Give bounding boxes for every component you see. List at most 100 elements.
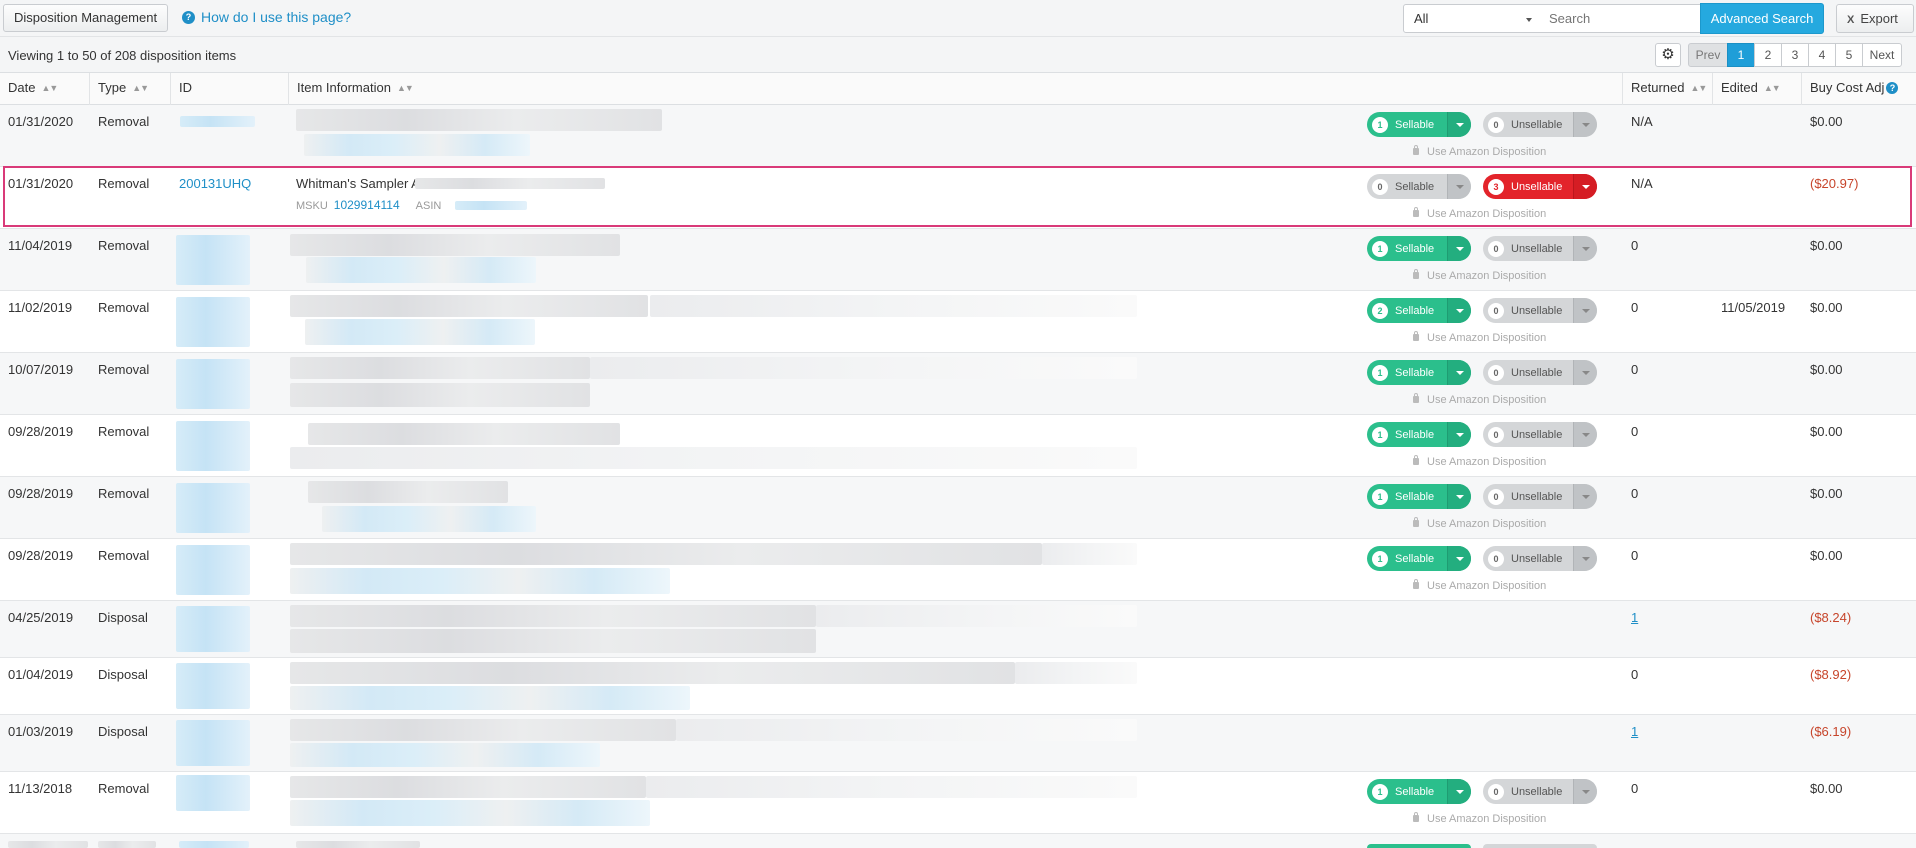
row-id-link[interactable]: 200131UHQ [179, 176, 251, 191]
unsellable-toggle[interactable]: 0 Unsellable [1483, 484, 1597, 509]
unsellable-toggle[interactable]: 3 Unsellable [1483, 174, 1597, 199]
caret-down-icon[interactable] [1573, 422, 1597, 447]
export-label: Export [1860, 11, 1898, 26]
row-cost: $0.00 [1810, 114, 1843, 129]
sellable-toggle[interactable]: 1 Sellable [1367, 484, 1471, 509]
help-icon[interactable]: ? [1886, 82, 1899, 94]
table-row: 01/03/2019 Disposal 1 ($6.19) [0, 715, 1916, 772]
advanced-search-button[interactable]: Advanced Search [1700, 3, 1824, 34]
lock-icon [1413, 331, 1419, 341]
search-input[interactable] [1542, 4, 1701, 33]
next-page-button[interactable]: Next [1862, 43, 1902, 67]
sellable-toggle[interactable]: 1 Sellable [1367, 236, 1471, 261]
caret-down-icon[interactable] [1447, 360, 1471, 385]
caret-down-icon[interactable] [1447, 779, 1471, 804]
row-date: 01/31/2020 [8, 176, 74, 191]
col-date[interactable]: Date ▲▼ [0, 73, 90, 105]
unsellable-count: 0 [1488, 783, 1504, 800]
unsellable-toggle[interactable]: 0 Unsellable [1483, 112, 1597, 137]
sellable-toggle[interactable]: 1 Sellable [1367, 422, 1471, 447]
sort-icon: ▲▼ [396, 83, 414, 93]
use-amazon-disposition[interactable]: Use Amazon Disposition [1413, 579, 1546, 592]
redacted-title [290, 357, 590, 379]
redacted-id [176, 606, 250, 652]
use-amazon-label: Use Amazon Disposition [1427, 208, 1547, 220]
row-returned: 0 [1631, 424, 1639, 439]
table-row: 09/28/2019 Removal 1 Sellable 0 Unsellable… [0, 539, 1916, 601]
use-amazon-disposition[interactable]: Use Amazon Disposition [1413, 269, 1546, 282]
col-type[interactable]: Type ▲▼ [90, 73, 171, 105]
row-returned: 0 [1631, 238, 1639, 253]
col-buy-cost-adj[interactable]: Buy Cost Adj?▲▼ [1802, 73, 1916, 123]
prev-page-button[interactable]: Prev [1688, 43, 1728, 67]
caret-down-icon[interactable] [1573, 236, 1597, 261]
sellable-toggle[interactable]: 1 Sellable [1367, 546, 1471, 571]
col-returned-label: Returned [1631, 80, 1685, 95]
use-amazon-disposition[interactable]: Use Amazon Disposition [1413, 812, 1546, 825]
row-returned-link[interactable]: 1 [1631, 610, 1638, 625]
redacted-meta [290, 629, 816, 653]
use-amazon-disposition[interactable]: Use Amazon Disposition [1413, 145, 1546, 158]
unsellable-toggle[interactable]: 0 Unsellable [1483, 546, 1597, 571]
caret-down-icon[interactable] [1447, 174, 1471, 199]
caret-down-icon[interactable] [1447, 484, 1471, 509]
unsellable-toggle[interactable]: 0 Unsellable [1483, 236, 1597, 261]
sellable-toggle[interactable]: 1 Sellable [1367, 360, 1471, 385]
use-amazon-disposition[interactable]: Use Amazon Disposition [1413, 517, 1546, 530]
caret-down-icon[interactable] [1447, 298, 1471, 323]
sellable-toggle[interactable]: 1 Sellable [1367, 112, 1471, 137]
unsellable-toggle-partial[interactable] [1483, 844, 1597, 848]
page-2-button[interactable]: 2 [1754, 43, 1782, 67]
caret-down-icon[interactable] [1573, 779, 1597, 804]
caret-down-icon[interactable] [1573, 484, 1597, 509]
sellable-label: Sellable [1395, 180, 1435, 193]
use-amazon-disposition[interactable]: Use Amazon Disposition [1413, 331, 1547, 344]
caret-down-icon[interactable] [1447, 422, 1471, 447]
unsellable-label: Unsellable [1511, 552, 1563, 565]
sort-icon: ▲▼ [132, 83, 149, 93]
unsellable-toggle[interactable]: 0 Unsellable [1483, 779, 1597, 804]
use-amazon-disposition[interactable]: Use Amazon Disposition [1413, 393, 1546, 406]
lock-icon [1413, 145, 1419, 155]
col-id[interactable]: ID [171, 73, 289, 105]
use-amazon-disposition[interactable]: Use Amazon Disposition [1413, 207, 1547, 220]
caret-down-icon[interactable] [1447, 236, 1471, 261]
row-cost: ($20.97) [1810, 176, 1859, 191]
col-item-information[interactable]: Item Information ▲▼ [289, 73, 1623, 105]
page-1-button[interactable]: 1 [1727, 43, 1755, 67]
table-header: Date ▲▼ Type ▲▼ ID Item Information ▲▼ Retu… [0, 73, 1916, 123]
msku-link[interactable]: 1029914114 [334, 198, 400, 212]
filter-select[interactable]: All [1403, 4, 1543, 33]
sellable-toggle-partial[interactable] [1367, 844, 1471, 848]
sellable-toggle[interactable]: 1 Sellable [1367, 779, 1471, 804]
export-button[interactable]: X Export [1836, 4, 1914, 33]
caret-down-icon[interactable] [1573, 298, 1597, 323]
sellable-toggle[interactable]: 0 Sellable [1367, 174, 1471, 199]
caret-down-icon[interactable] [1447, 546, 1471, 571]
use-amazon-label: Use Amazon Disposition [1427, 332, 1547, 344]
unsellable-toggle[interactable]: 0 Unsellable [1483, 422, 1597, 447]
page-5-button[interactable]: 5 [1835, 43, 1863, 67]
gear-icon[interactable]: ⚙ [1655, 43, 1681, 67]
unsellable-toggle[interactable]: 0 Unsellable [1483, 298, 1597, 323]
row-date: 09/28/2019 [8, 486, 74, 501]
disposition-management-button[interactable]: Disposition Management [3, 4, 169, 32]
col-date-label: Date [8, 80, 36, 95]
col-returned[interactable]: Returned ▲▼ [1623, 73, 1713, 105]
help-link[interactable]: ? How do I use this page? [182, 9, 351, 25]
page-4-button[interactable]: 4 [1808, 43, 1836, 67]
caret-down-icon[interactable] [1447, 112, 1471, 137]
redacted-title-tail [676, 719, 1137, 741]
page-3-button[interactable]: 3 [1781, 43, 1809, 67]
caret-down-icon[interactable] [1573, 174, 1597, 199]
item-title: Whitman's Sampler A [296, 176, 420, 191]
redacted-id [179, 841, 249, 848]
use-amazon-disposition[interactable]: Use Amazon Disposition [1413, 455, 1546, 468]
caret-down-icon[interactable] [1573, 546, 1597, 571]
unsellable-toggle[interactable]: 0 Unsellable [1483, 360, 1597, 385]
caret-down-icon[interactable] [1573, 112, 1597, 137]
caret-down-icon[interactable] [1573, 360, 1597, 385]
row-returned-link[interactable]: 1 [1631, 724, 1638, 739]
sellable-toggle[interactable]: 2 Sellable [1367, 298, 1471, 323]
col-edited[interactable]: Edited ▲▼ [1713, 73, 1802, 105]
